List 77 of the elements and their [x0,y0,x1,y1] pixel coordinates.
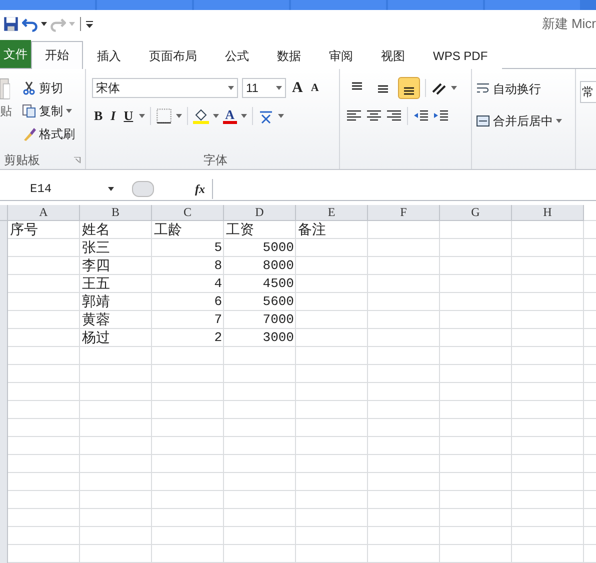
border-icon[interactable] [156,108,172,124]
table-cell-text: 2 [213,329,223,347]
font-size-field[interactable]: 11 [242,78,286,98]
table-cell-text: 4 [213,275,223,293]
italic-button[interactable]: I [108,108,118,124]
table-cell-text: 6 [213,293,223,311]
table-cell-text: 4500 [262,275,295,293]
table-cell-text: 杨过 [81,329,111,347]
underline-button[interactable]: U [122,108,136,124]
table-cell-text: 郭靖 [81,293,111,311]
table-cell-text: 黄蓉 [81,311,111,329]
caret-icon[interactable] [66,109,72,113]
table-cell-text: 姓名 [81,221,111,239]
grow-font-button[interactable]: A [290,80,305,96]
table-cell-text: 李四 [81,257,111,275]
name-box[interactable]: E14 [0,179,126,199]
caret-icon[interactable] [108,187,114,191]
table-cell-text: 8000 [262,257,295,275]
caret-icon[interactable] [278,114,284,118]
merge-center-button[interactable]: 合并后居中 [493,112,553,130]
caret-icon[interactable] [276,86,282,90]
table-cell-text: 张三 [81,239,111,257]
table-cell-text: 3000 [262,329,295,347]
column-header[interactable]: E [296,205,368,221]
table-cell-text: 5600 [262,293,295,311]
column-header[interactable]: C [152,205,224,221]
bold-button[interactable]: B [92,108,105,124]
font-name-field[interactable]: 宋体 [92,78,238,98]
save-icon[interactable] [3,16,19,32]
vertical-align-button[interactable] [398,77,420,99]
cut-button[interactable]: 剪切 [39,80,63,96]
copy-button[interactable]: 复制 [39,102,63,120]
window-title: 新建 Micr [542,15,596,33]
undo-icon[interactable] [22,16,38,32]
column-header[interactable]: A [8,205,80,221]
font-color-button[interactable]: A [223,108,237,124]
table-cell-text: 7000 [262,311,295,329]
resize-handle[interactable] [132,181,154,197]
table-cell-text: 工龄 [153,221,183,239]
fill-color-icon[interactable] [193,108,210,124]
shrink-font-button[interactable]: A [308,80,321,96]
merge-cells-icon[interactable] [476,114,490,128]
caret-icon[interactable] [176,114,182,118]
table-cell-text: 序号 [9,221,39,239]
caret-icon[interactable] [139,114,146,118]
caret-icon[interactable] [228,86,234,90]
table-cell-text: 7 [213,311,223,329]
caret-icon[interactable] [556,119,562,123]
group-label: 字体 [204,152,228,168]
column-header[interactable]: F [368,205,440,221]
scissors-icon[interactable] [22,81,36,95]
table-cell-text: 5000 [262,239,295,257]
group-label: 剪贴板 [4,152,40,168]
dialog-launcher-icon[interactable] [74,156,81,164]
copy-icon[interactable] [22,104,36,118]
table-cell-text: 8 [213,257,223,275]
column-header[interactable]: G [440,205,512,221]
table-cell-text: 工资 [225,221,255,239]
caret-icon[interactable] [41,22,47,26]
table-cell-text: 5 [213,239,223,257]
caret-icon[interactable] [451,86,457,90]
format-painter-button[interactable]: 格式刷 [39,126,75,142]
file-tab[interactable]: 文件 [0,40,31,68]
table-cell-text: 王五 [81,275,111,293]
caret-icon[interactable] [240,114,247,118]
insert-function-button[interactable]: fx [192,182,208,196]
table-cell-text: 备注 [297,221,327,239]
number-format-field[interactable]: 常 [580,81,596,103]
column-header[interactable]: D [224,205,296,221]
caret-icon[interactable] [213,114,220,118]
column-header[interactable]: H [512,205,584,221]
customize-icon[interactable] [86,20,93,28]
wrap-text-button[interactable]: 自动换行 [493,80,541,98]
paste-label[interactable]: 贴 [0,103,14,120]
brush-icon[interactable] [22,127,36,141]
column-header[interactable]: B [80,205,152,221]
ribbon-tab[interactable]: 开始 [31,41,83,69]
